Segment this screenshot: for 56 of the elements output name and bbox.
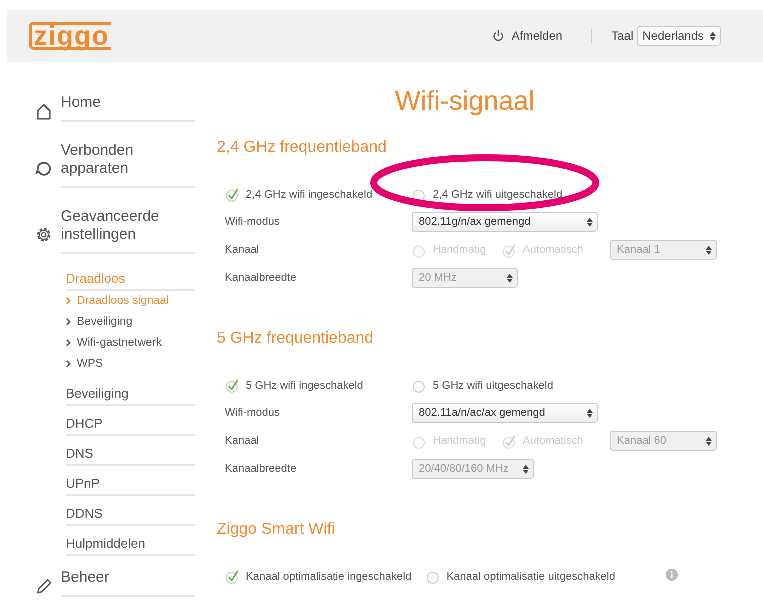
section-title: 2,4 GHz frequentieband — [217, 139, 388, 157]
checked-radio[interactable] — [225, 378, 240, 393]
settings-icon — [35, 226, 53, 244]
page-title: Wifi-signaal — [394, 86, 536, 117]
updown-icon — [587, 218, 593, 226]
updown-icon — [706, 246, 712, 254]
submenu-item[interactable]: DDNS — [66, 503, 195, 526]
logout-link[interactable]: Afmelden — [512, 29, 563, 43]
power-icon — [492, 30, 504, 42]
dropdown[interactable]: 802.11g/n/ax gemengd — [412, 212, 598, 232]
dropdown[interactable]: 802.11a/n/ac/ax gemengd — [412, 403, 598, 423]
field-label: Kanaalbreedte — [224, 272, 298, 284]
updown-icon — [523, 464, 529, 474]
radio-button[interactable] — [426, 569, 441, 584]
section-title: 5 GHz frequentieband — [217, 330, 375, 348]
nav-item[interactable]: Geavanceerde instellingen — [61, 202, 195, 254]
home-icon — [35, 103, 53, 121]
section-title: Ziggo Smart Wifi — [217, 521, 336, 539]
radio-label: Kanaal optimalisatie ingeschakeld — [246, 570, 412, 582]
chevron-icon — [66, 318, 71, 326]
chevron-icon — [66, 339, 71, 347]
chevron-icon — [66, 360, 71, 368]
radio-label: 5 GHz wifi uitgeschakeld — [433, 380, 554, 392]
submenu-item[interactable]: UPnP — [66, 473, 195, 496]
pencil-icon — [35, 578, 53, 596]
radio-button[interactable] — [412, 378, 427, 393]
updown-icon — [507, 274, 513, 282]
submenu-link[interactable]: Beveiliging — [77, 316, 133, 328]
chevron-icon — [66, 297, 71, 305]
radio-label: 5 GHz wifi ingeschakeld — [246, 380, 364, 392]
info-icon[interactable] — [666, 569, 678, 581]
field-label: Kanaal — [224, 244, 260, 256]
submenu-item[interactable]: Beveiliging — [66, 383, 195, 406]
updown-icon — [706, 436, 712, 446]
chat-bubble-icon — [35, 160, 53, 178]
checked-radio[interactable] — [225, 569, 240, 584]
radio-label: 2,4 GHz wifi ingeschakeld — [246, 188, 373, 200]
language-select[interactable]: Nederlands — [636, 26, 721, 46]
submenu-item[interactable]: Hulpmiddelen — [66, 533, 195, 556]
submenu-link[interactable]: Wifi-gastnetwerk — [77, 337, 162, 349]
field-label: Wifi-modus — [224, 407, 282, 419]
nav-item[interactable]: Verbonden apparaten — [61, 136, 195, 188]
updown-icon — [710, 32, 716, 40]
submenu-item[interactable]: DHCP — [66, 413, 195, 436]
field-label: Kanaalbreedte — [224, 463, 298, 475]
radio-label: 2,4 GHz wifi uitgeschakeld — [433, 188, 563, 200]
radio-label: Kanaal optimalisatie uitgeschakeld — [446, 570, 616, 582]
nav-item[interactable]: Beheer — [61, 563, 195, 597]
field-label: Wifi-modus — [224, 216, 282, 228]
submenu-item[interactable]: DNS — [66, 443, 195, 466]
updown-icon — [587, 408, 593, 418]
checked-radio[interactable] — [225, 187, 240, 202]
submenu-link[interactable]: WPS — [77, 358, 104, 370]
language-label: Taal — [612, 29, 634, 43]
field-label: Kanaal — [224, 435, 260, 447]
nav-item[interactable]: Home — [61, 88, 195, 122]
